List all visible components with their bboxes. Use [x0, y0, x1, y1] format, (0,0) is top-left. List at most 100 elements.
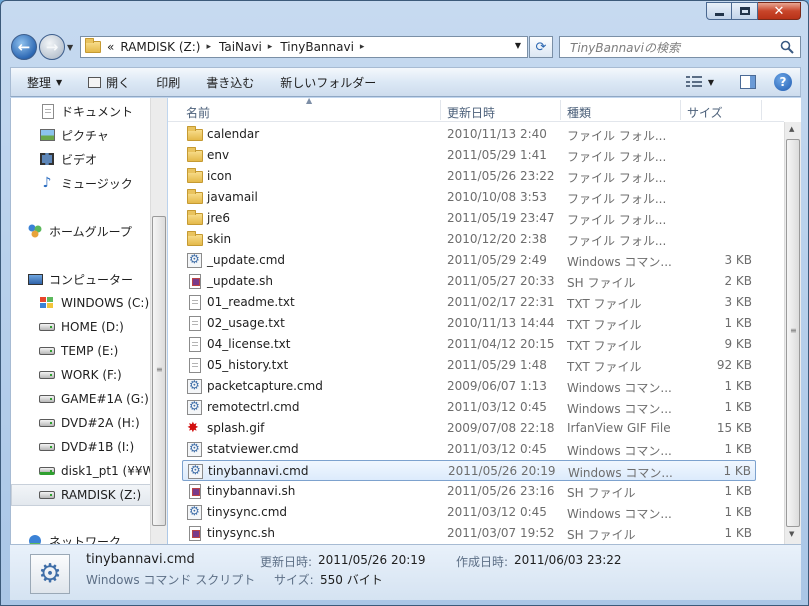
- navigation-scrollbar-thumb[interactable]: ≡: [152, 216, 166, 526]
- sidebar-item-home-d[interactable]: HOME (D:): [39, 316, 166, 338]
- table-row[interactable]: 05_history.txt 2011/05/29 1:48 TXT ファイル 92 …: [182, 355, 756, 376]
- close-button[interactable]: ✕: [758, 2, 801, 20]
- breadcrumb-separator[interactable]: ▸: [206, 42, 211, 52]
- forward-button[interactable]: →: [39, 34, 65, 60]
- breadcrumb-separator[interactable]: ▸: [360, 42, 365, 52]
- column-header-date[interactable]: 更新日時: [447, 104, 495, 121]
- computer-icon: [27, 272, 43, 286]
- file-date: 2011/05/26 23:22: [447, 169, 555, 183]
- view-dropdown-icon[interactable]: ▼: [708, 78, 714, 87]
- table-row[interactable]: remotectrl.cmd 2011/03/12 0:45 Windows コマン…: [182, 397, 756, 418]
- file-type: Windows コマン...: [567, 444, 672, 458]
- details-pane: ⚙ tinybannavi.cmd Windows コマンド スクリプト 更新日…: [10, 544, 801, 600]
- navigation-scrollbar[interactable]: ≡: [150, 98, 167, 544]
- new-folder-button[interactable]: 新しいフォルダー: [280, 74, 376, 91]
- breadcrumb-tinybannavi[interactable]: TinyBannavi: [280, 40, 354, 54]
- file-date: 2011/03/12 0:45: [447, 442, 547, 456]
- table-row[interactable]: calendar 2010/11/13 2:40 ファイル フォル...: [182, 124, 756, 145]
- view-options-icon[interactable]: [685, 76, 702, 88]
- search-placeholder: TinyBannaviの検索: [570, 40, 680, 55]
- file-type: ファイル フォル...: [567, 150, 667, 164]
- sidebar-item-dvd-i[interactable]: DVD#1B (I:): [39, 436, 166, 458]
- network-icon: [27, 534, 43, 544]
- table-row[interactable]: tinybannavi.sh 2011/05/26 23:16 SH ファイル 1 K…: [182, 481, 756, 502]
- file-size: 1 KB: [724, 379, 752, 393]
- file-date: 2011/03/12 0:45: [447, 400, 547, 414]
- file-name: statviewer.cmd: [207, 442, 299, 456]
- maximize-button[interactable]: [732, 2, 758, 20]
- sidebar-item-game-g[interactable]: GAME#1A (G:): [39, 388, 166, 410]
- preview-pane-icon[interactable]: [740, 75, 756, 89]
- table-row[interactable]: skin 2010/12/20 2:38 ファイル フォル...: [182, 229, 756, 250]
- sidebar-item-label: GAME#1A (G:): [61, 392, 149, 406]
- sidebar-item-computer[interactable]: コンピューター: [27, 268, 166, 290]
- table-row[interactable]: statviewer.cmd 2011/03/12 0:45 Windows コマン…: [182, 439, 756, 460]
- open-button[interactable]: 開く: [88, 74, 130, 91]
- forward-arrow-icon: →: [45, 38, 59, 56]
- table-row-selected[interactable]: tinybannavi.cmd 2011/05/26 20:19 Windows コ…: [182, 460, 756, 481]
- sidebar-item-ramdisk[interactable]: RAMDISK (Z:): [11, 484, 152, 506]
- sh-file-icon: [187, 526, 202, 541]
- sidebar-item-disk1[interactable]: disk1_pt1 (¥¥W: [39, 460, 166, 482]
- breadcrumb-ramdisk[interactable]: RAMDISK (Z:): [120, 40, 200, 54]
- organize-button[interactable]: 整理 ▼: [27, 74, 62, 91]
- sidebar-item-documents[interactable]: ドキュメント: [39, 100, 166, 122]
- recent-pages-dropdown[interactable]: ▼: [67, 43, 73, 52]
- refresh-button[interactable]: ⟳: [529, 36, 553, 58]
- print-button[interactable]: 印刷: [156, 74, 180, 91]
- file-name: 05_history.txt: [207, 358, 289, 372]
- folder-icon: [187, 189, 203, 205]
- file-date: 2011/05/27 20:33: [447, 274, 555, 288]
- address-bar[interactable]: « RAMDISK (Z:) ▸ TaiNavi ▸ TinyBannavi ▸…: [80, 36, 528, 58]
- sidebar-item-work-f[interactable]: WORK (F:): [39, 364, 166, 386]
- column-header-size[interactable]: サイズ: [687, 104, 723, 121]
- sidebar-item-network[interactable]: ネットワーク: [27, 530, 166, 544]
- burn-button[interactable]: 書き込む: [206, 74, 254, 91]
- back-button[interactable]: ←: [11, 34, 37, 60]
- column-header-name[interactable]: 名前: [186, 104, 210, 121]
- search-input[interactable]: TinyBannaviの検索: [559, 36, 801, 58]
- file-type: Windows コマン...: [567, 402, 672, 416]
- drive-icon: [39, 344, 55, 358]
- file-list-scrollbar-thumb[interactable]: ≡: [786, 139, 800, 527]
- help-icon[interactable]: ?: [774, 73, 792, 91]
- minimize-button[interactable]: [706, 2, 732, 20]
- music-icon: ♪: [42, 175, 52, 191]
- table-row[interactable]: ✸ splash.gif 2009/07/08 22:18 IrfanView GIF…: [182, 418, 756, 439]
- scroll-down-icon[interactable]: ▼: [789, 530, 794, 538]
- table-row[interactable]: icon 2011/05/26 23:22 ファイル フォル...: [182, 166, 756, 187]
- file-name: env: [207, 148, 230, 162]
- sidebar-item-homegroup[interactable]: ホームグループ: [27, 220, 166, 242]
- sidebar-item-music[interactable]: ♪ ミュージック: [39, 172, 166, 194]
- breadcrumb-separator[interactable]: ▸: [268, 42, 273, 52]
- address-dropdown-icon[interactable]: ▼: [515, 41, 521, 50]
- file-date: 2011/04/12 20:15: [447, 337, 555, 351]
- sidebar-item-pictures[interactable]: ピクチャ: [39, 124, 166, 146]
- sidebar-item-videos[interactable]: ビデオ: [39, 148, 166, 170]
- table-row[interactable]: _update.cmd 2011/05/29 2:49 Windows コマン...…: [182, 250, 756, 271]
- pictures-icon: [39, 128, 55, 142]
- table-row[interactable]: 01_readme.txt 2011/02/17 22:31 TXT ファイル 3 K…: [182, 292, 756, 313]
- file-list-scrollbar[interactable]: ▲ ≡ ▼: [784, 122, 801, 544]
- scroll-up-icon[interactable]: ▲: [789, 125, 794, 133]
- table-row[interactable]: jre6 2011/05/19 23:47 ファイル フォル...: [182, 208, 756, 229]
- table-row[interactable]: _update.sh 2011/05/27 20:33 SH ファイル 2 KB: [182, 271, 756, 292]
- table-row[interactable]: tinysync.cmd 2011/03/12 0:45 Windows コマン..…: [182, 502, 756, 523]
- network-drive-icon: [39, 464, 55, 478]
- breadcrumb-overflow[interactable]: «: [107, 40, 114, 54]
- column-header-type[interactable]: 種類: [567, 104, 591, 121]
- sidebar-item-windows-c[interactable]: WINDOWS (C:): [39, 292, 166, 314]
- print-label: 印刷: [156, 75, 181, 90]
- breadcrumb-tainavi[interactable]: TaiNavi: [219, 40, 262, 54]
- table-row[interactable]: 04_license.txt 2011/04/12 20:15 TXT ファイル 9 …: [182, 334, 756, 355]
- table-row[interactable]: javamail 2010/10/08 3:53 ファイル フォル...: [182, 187, 756, 208]
- file-type: Windows コマン...: [567, 381, 672, 395]
- cmd-script-icon: [188, 463, 203, 479]
- table-row[interactable]: 02_usage.txt 2010/11/13 14:44 TXT ファイル 1 KB: [182, 313, 756, 334]
- table-row[interactable]: packetcapture.cmd 2009/06/07 1:13 Windows …: [182, 376, 756, 397]
- sidebar-item-dvd-h[interactable]: DVD#2A (H:): [39, 412, 166, 434]
- sidebar-item-temp-e[interactable]: TEMP (E:): [39, 340, 166, 362]
- table-row[interactable]: tinysync.sh 2011/03/07 19:52 SH ファイル 1 KB: [182, 523, 756, 544]
- details-modified-label: 更新日時:: [260, 555, 313, 569]
- table-row[interactable]: env 2011/05/29 1:41 ファイル フォル...: [182, 145, 756, 166]
